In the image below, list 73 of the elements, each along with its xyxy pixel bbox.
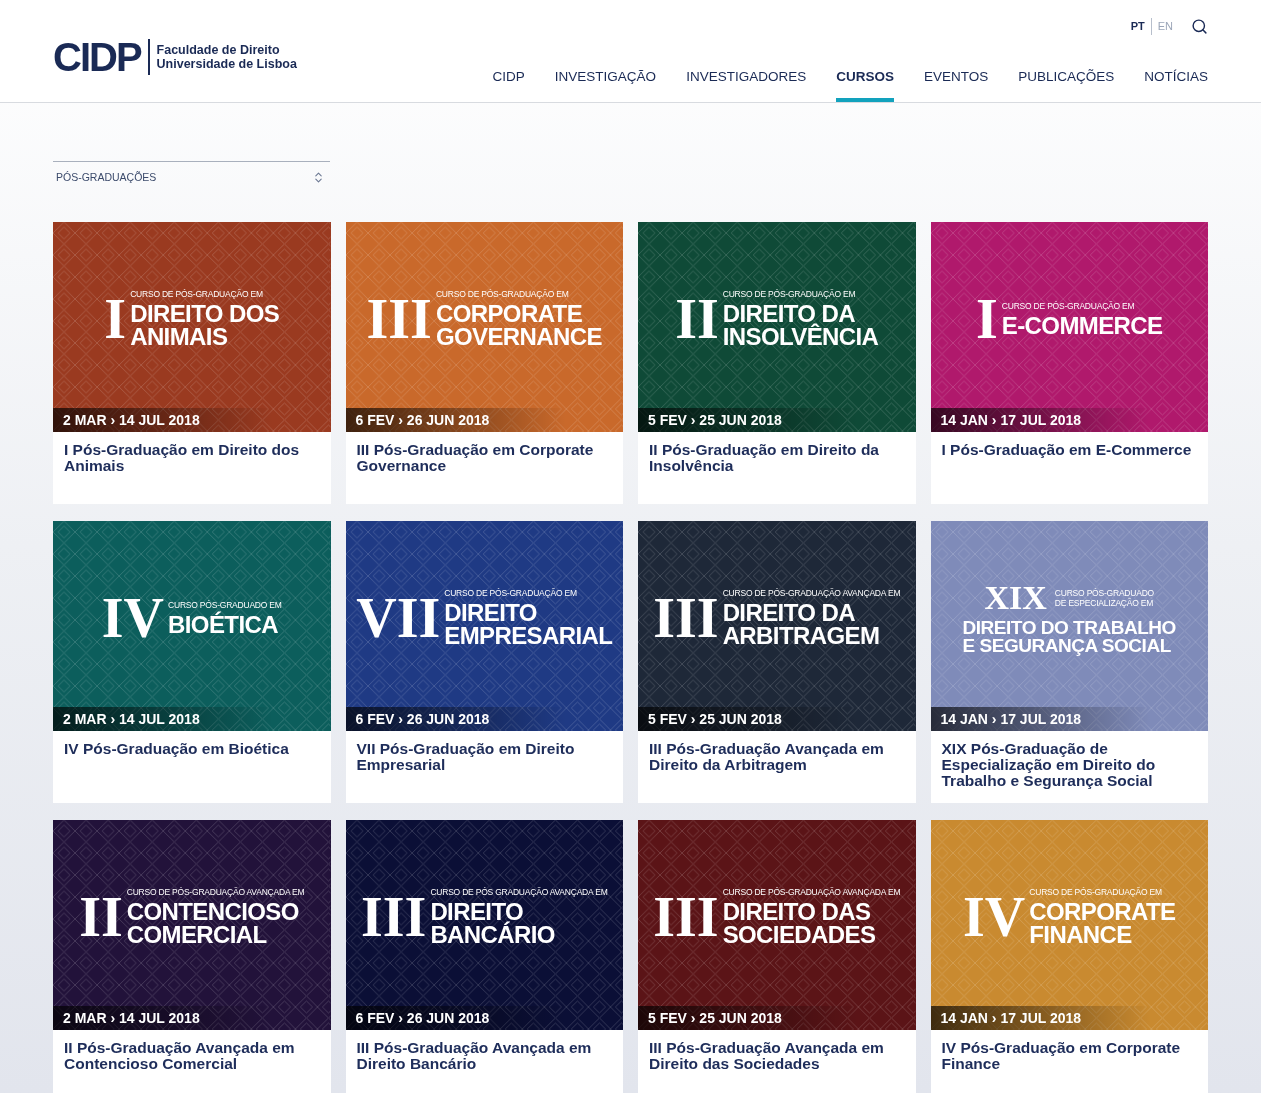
course-title: III Pós-Graduação Avançada em Direito da Arbitragem: [648, 739, 885, 773]
banner-numeral: III: [366, 291, 432, 347]
course-dates: 14 JAN › 17 JUL 2018: [940, 410, 1082, 430]
course-title: III Pós-Graduação Avançada em Direito das Sociedades: [648, 1038, 885, 1072]
banner-title: BIOÉTICA: [168, 613, 279, 637]
banner-subtitle: CURSO DE PÓS-GRADUAÇÃO AVANÇADA EM: [722, 588, 901, 599]
course-title: I Pós-Graduação em E-Commerce: [940, 440, 1193, 458]
nav-link[interactable]: CURSOS: [836, 66, 894, 102]
banner-title: DIREITO DOS ANIMAIS: [130, 303, 280, 349]
course-dates: 2 MAR › 14 JUL 2018: [63, 410, 200, 430]
banner-subtitle: CURSO DE PÓS-GRADUAÇÃO EM: [444, 588, 578, 599]
course-title: II Pós-Graduação em Direito da Insolvência: [648, 440, 880, 474]
search-icon[interactable]: [1191, 18, 1208, 35]
banner-numeral: VII: [356, 590, 441, 646]
banner-numeral: I: [976, 291, 998, 347]
banner-numeral: III: [653, 590, 719, 646]
banner-numeral: II: [79, 889, 123, 945]
banner-title: CORPORATE GOVERNANCE: [435, 303, 602, 349]
banner-title: DIREITO EMPRESARIAL: [444, 602, 613, 648]
banner-subtitle: CURSO DE PÓS-GRADUAÇÃO EM: [130, 289, 264, 300]
course-dates: 6 FEV › 26 JUN 2018: [355, 709, 490, 729]
course-title: IV Pós-Graduação em Bioética: [63, 739, 290, 757]
chevron-icon: [312, 171, 325, 184]
course-title: IV Pós-Graduação em Corporate Finance: [940, 1038, 1182, 1072]
banner-numeral: II: [675, 291, 719, 347]
banner-numeral: IV: [963, 889, 1026, 945]
course-dates: 2 MAR › 14 JUL 2018: [63, 1008, 200, 1028]
course-title: I Pós-Graduação em Direito dos Animais: [63, 440, 301, 474]
logo-text: Faculdade de Direito Universidade de Lisboa: [156, 43, 297, 71]
nav-link[interactable]: CIDP: [492, 66, 525, 102]
banner-subtitle: CURSO DE PÓS-GRADUAÇÃO EM: [435, 289, 570, 300]
banner-subtitle: CURSO DE PÓS GRADUAÇÃO AVANÇADA EM: [430, 887, 608, 898]
language-link[interactable]: PT: [1124, 18, 1151, 35]
banner-title: CORPORATE FINANCE: [1029, 901, 1176, 947]
banner-title: E-COMMERCE: [1001, 314, 1163, 338]
course-dates: 6 FEV › 26 JUN 2018: [355, 410, 490, 430]
course-dates: 14 JAN › 17 JUL 2018: [940, 1008, 1082, 1028]
banner-subtitle: CURSO PÓS-GRADUADO DE ESPECIALIZAÇÃO EM: [1054, 587, 1154, 608]
course-dates: 5 FEV › 25 JUN 2018: [648, 709, 782, 729]
banner-numeral: IV: [101, 590, 165, 646]
course-dates: 5 FEV › 25 JUN 2018: [648, 410, 782, 430]
banner-title: DIREITO BANCÁRIO: [430, 901, 556, 947]
banner-title: DIREITO DA ARBITRAGEM: [722, 602, 881, 648]
nav-link[interactable]: EVENTOS: [923, 66, 989, 102]
filter-dropdown[interactable]: PÓS-GRADUAÇÕES: [53, 161, 330, 193]
course-title: VII Pós-Graduação em Direito Empresarial: [355, 739, 576, 773]
banner-title: DIREITO DA INSOLVÊNCIA: [722, 303, 879, 349]
course-dates: 5 FEV › 25 JUN 2018: [648, 1008, 782, 1028]
banner-subtitle: CURSO DE PÓS-GRADUAÇÃO EM: [1029, 887, 1163, 898]
course-title: III Pós-Graduação em Corporate Governance: [355, 440, 595, 474]
course-dates: 6 FEV › 26 JUN 2018: [355, 1008, 490, 1028]
nav-link[interactable]: INVESTIGADORES: [686, 66, 807, 102]
banner-subtitle: CURSO DE PÓS-GRADUAÇÃO AVANÇADA EM: [126, 887, 305, 898]
course-dates: 14 JAN › 17 JUL 2018: [940, 709, 1082, 729]
logo-mark: CIDP: [53, 37, 141, 77]
banner-numeral: III: [653, 889, 719, 945]
banner-title: DIREITO DO TRABALHO E SEGURANÇA SOCIAL: [962, 618, 1176, 656]
banner-subtitle: CURSO DE PÓS-GRADUAÇÃO EM: [722, 289, 857, 300]
banner-numeral: XIX: [984, 580, 1047, 615]
nav-link[interactable]: NOTÍCIAS: [1144, 66, 1208, 102]
banner-numeral: I: [104, 291, 127, 347]
banner-title: CONTENCIOSO COMERCIAL: [126, 901, 300, 947]
banner-subtitle: CURSO DE PÓS-GRADUAÇÃO AVANÇADA EM: [722, 887, 901, 898]
nav-link[interactable]: INVESTIGAÇÃO: [554, 66, 657, 102]
banner-numeral: III: [361, 889, 427, 945]
course-title: III Pós-Graduação Avançada em Direito Bancário: [355, 1038, 593, 1072]
course-title: XIX Pós-Graduação de Especialização em Direito do Trabalho e Segurança Social: [940, 739, 1157, 789]
banner-subtitle: CURSO PÓS-GRADUADO EM: [168, 599, 282, 610]
banner-title: DIREITO DAS SOCIEDADES: [722, 901, 877, 947]
nav-link[interactable]: PUBLICAÇÕES: [1018, 66, 1115, 102]
banner-subtitle: CURSO DE PÓS-GRADUAÇÃO EM: [1001, 300, 1136, 311]
course-dates: 2 MAR › 14 JUL 2018: [63, 709, 200, 729]
course-title: II Pós-Graduação Avançada em Contencioso Comercial: [63, 1038, 296, 1072]
